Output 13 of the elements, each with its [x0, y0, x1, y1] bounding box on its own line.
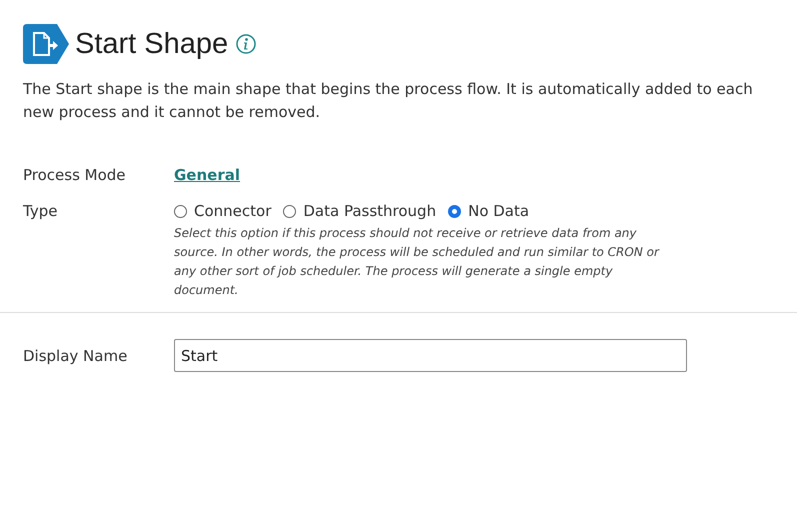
- field-label: Process Mode: [23, 166, 127, 184]
- info-icon[interactable]: [236, 34, 256, 54]
- field-label: Type: [23, 202, 58, 222]
- display-name-field[interactable]: Start: [174, 339, 687, 372]
- help-text: Select this option if this process should not receive or retrieve data from any source. In other words, the process will be scheduled and run similar to CRON or any other sort of job scheduler. The process will generate a single empty document.: [174, 225, 660, 299]
- field-label: Display Name: [23, 346, 128, 364]
- page-title: Start Shape: [75, 28, 228, 60]
- process-mode-link[interactable]: General: [174, 166, 240, 184]
- description-text: The Start shape is the main shape that begins the process flow. It is automatically added to each new process and it cannot be removed.: [23, 79, 754, 123]
- start-shape-icon: [23, 24, 69, 64]
- radio-option[interactable]: Data Passthrough: [283, 202, 436, 220]
- radio-option[interactable]: Connector: [174, 202, 272, 220]
- radio-option[interactable]: No Data: [448, 202, 530, 220]
